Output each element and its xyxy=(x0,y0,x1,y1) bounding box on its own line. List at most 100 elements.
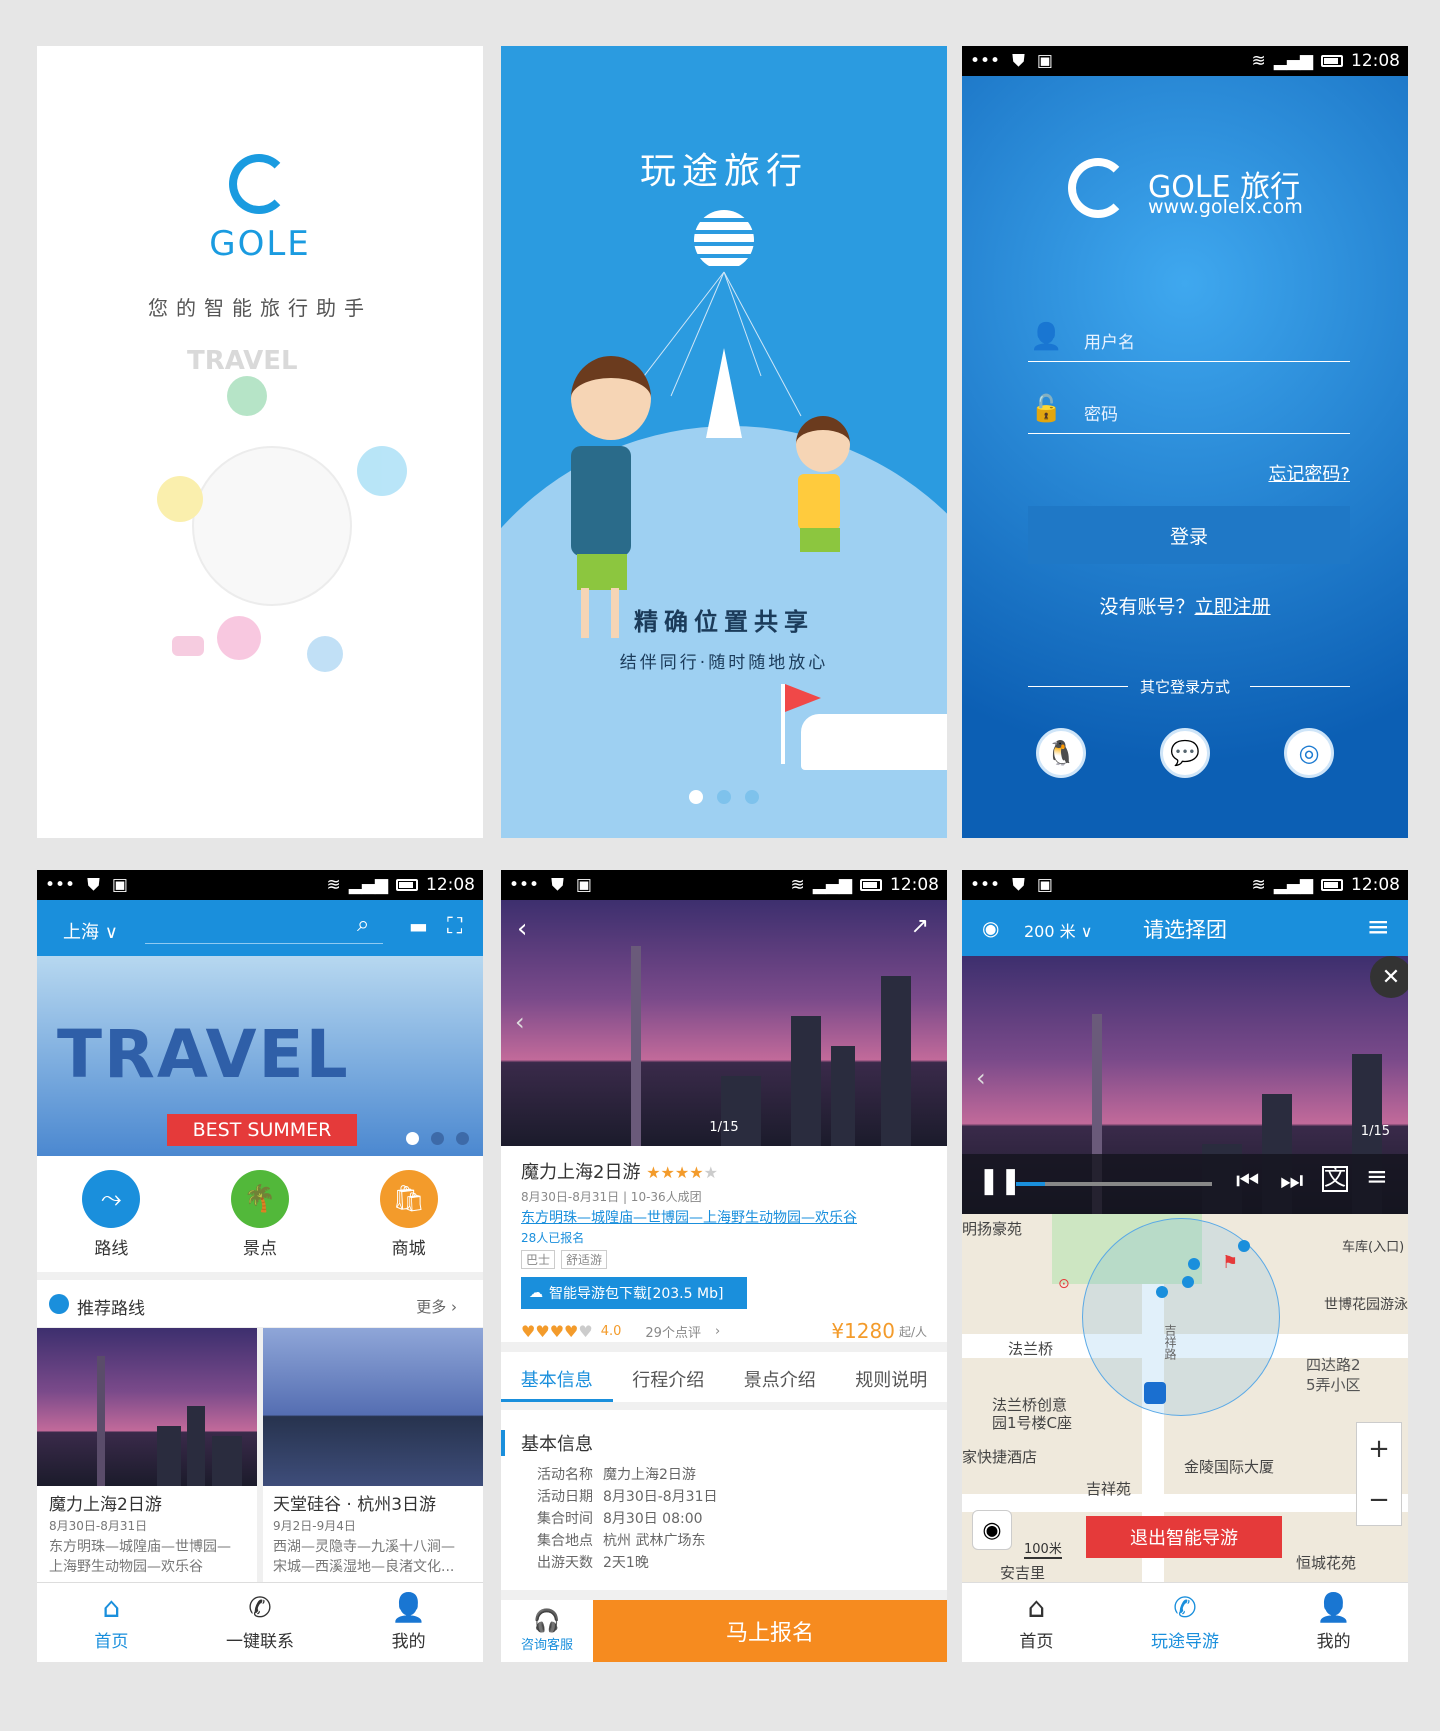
no-account-text: 没有账号？ xyxy=(1099,596,1195,618)
detail-gallery[interactable]: ‹ ↗ ‹ 1/15 xyxy=(501,900,947,1146)
onboard-subline: 结伴同行·随时随地放心 xyxy=(619,653,829,673)
tag: 巴士 xyxy=(521,1250,556,1269)
person-icon: 👤 xyxy=(1316,1591,1352,1624)
eiffel-tower-icon xyxy=(706,348,742,438)
password-field[interactable]: 🔓 密码 xyxy=(1028,394,1350,434)
tab-mine[interactable]: 👤 我的 xyxy=(1259,1583,1408,1662)
download-button[interactable]: ☁ 智能导游包下载[203.5 Mb] xyxy=(521,1277,747,1309)
tab-itinerary[interactable]: 行程介绍 xyxy=(613,1352,725,1402)
zoom-out-button[interactable]: − xyxy=(1368,1485,1390,1515)
back-icon[interactable]: ‹ xyxy=(517,914,527,944)
info-row: 活动名称 魔力上海2日游 xyxy=(537,1464,947,1486)
category-shop[interactable]: 🛍 商城 xyxy=(334,1156,483,1272)
member-dot[interactable] xyxy=(1238,1240,1250,1252)
tab-rules[interactable]: 规则说明 xyxy=(836,1352,948,1402)
taxi-icon xyxy=(172,636,204,656)
banner-dot-2[interactable] xyxy=(431,1132,444,1145)
signup-button[interactable]: 马上报名 xyxy=(593,1600,947,1662)
gole-logo-icon xyxy=(229,154,289,214)
category-label: 商城 xyxy=(391,1239,426,1259)
image-icon: ▣ xyxy=(111,875,128,895)
video-counter: 1/15 xyxy=(1360,1124,1390,1139)
banner-dots xyxy=(406,1132,469,1145)
tab-mine[interactable]: 👤 我的 xyxy=(334,1583,483,1662)
heart-rating: ♥♥♥♥♥ xyxy=(521,1321,593,1341)
service-button[interactable]: 🎧 咨询客服 xyxy=(501,1600,593,1662)
prev-image-icon[interactable]: ‹ xyxy=(515,1008,525,1036)
detail-route[interactable]: 东方明珠—城隍庙—世博园—上海野生动物园—欢乐谷 xyxy=(521,1207,927,1227)
map-view[interactable]: ⚑ ⊙ 明扬豪苑 车库(入口) 世博花园游泳 法兰桥 四达路2 5弄小区 法兰桥… xyxy=(962,1214,1408,1582)
map-label: 5弄小区 xyxy=(1306,1376,1361,1394)
tab-home[interactable]: ⌂ 首页 xyxy=(37,1583,186,1662)
tab-contact[interactable]: ✆ 一键联系 xyxy=(186,1583,335,1662)
category-scenic[interactable]: 🌴 景点 xyxy=(186,1156,335,1272)
close-icon[interactable]: ✕ xyxy=(1370,956,1408,998)
road-circle xyxy=(192,446,352,606)
battery-icon xyxy=(396,879,418,891)
share-icon[interactable]: ↗ xyxy=(911,914,929,939)
family-icon xyxy=(217,616,261,660)
login-screen: ••• ⛊ ▣ ≋ ▂▄▆ 12:08 GOLE 旅行 www.golelx.com 👤… xyxy=(962,46,1408,838)
message-icon[interactable]: ▬ xyxy=(409,914,428,938)
map-scale: 100米 xyxy=(1024,1538,1062,1559)
next-track-icon[interactable]: ⏭ xyxy=(1280,1166,1303,1197)
logo-text: GOLE xyxy=(209,224,311,264)
more-link[interactable]: 更多 › xyxy=(416,1296,457,1317)
status-bar: ••• ⛊ ▣ ≋ ▂▄▆ 12:08 xyxy=(962,870,1408,900)
battery-icon xyxy=(860,879,882,891)
qq-login-icon[interactable]: 🐧 xyxy=(1036,728,1086,778)
locate-button[interactable]: ◉ xyxy=(972,1510,1012,1550)
tab-home[interactable]: ⌂ 首页 xyxy=(962,1583,1111,1662)
exit-guide-button[interactable]: 退出智能导游 xyxy=(1086,1516,1282,1558)
register-link[interactable]: 立即注册 xyxy=(1195,596,1271,618)
user-icon: 👤 xyxy=(1030,322,1063,352)
info-row: 集合地点 杭州 武林广场东 xyxy=(537,1530,947,1552)
status-time: 12:08 xyxy=(1351,51,1400,71)
forgot-password-link[interactable]: 忘记密码? xyxy=(1268,460,1350,486)
range-circle xyxy=(1082,1218,1280,1416)
signal-icon: ▂▄▆ xyxy=(1273,51,1313,71)
prev-image-icon[interactable]: ‹ xyxy=(976,1064,986,1092)
review-row[interactable]: ♥♥♥♥♥ 4.0 29个点评 › ¥1280 起/人 xyxy=(521,1319,927,1343)
menu-icon[interactable]: ≡ xyxy=(1367,910,1390,943)
progress-track[interactable] xyxy=(1016,1182,1212,1186)
detail-screen: ••• ⛊ ▣ ≋ ▂▄▆ 12:08 ‹ ↗ ‹ 1/15 魔力上海2日游 ★★★★★… xyxy=(501,870,947,1662)
route-card-1[interactable]: 魔力上海2日游 8月30日-8月31日 东方明珠—城隍庙—世博园— 上海野生动物… xyxy=(37,1328,257,1582)
page-dot-3[interactable] xyxy=(745,790,759,804)
guide-video[interactable]: ✕ ‹ 1/15 ❚❚ ⏮ ⏭ 文 ≡ xyxy=(962,956,1408,1214)
route-card-2[interactable]: 天堂硅谷 · 杭州3日游 9月2日-9月4日 西湖—灵隐寺—九溪十八涧— 宋城—… xyxy=(263,1328,483,1582)
page-dot-1[interactable] xyxy=(689,790,703,804)
search-icon[interactable]: ⌕ xyxy=(357,912,369,937)
city-selector[interactable]: 上海 ∨ xyxy=(63,918,118,944)
tab-guide[interactable]: ✆ 玩途导游 xyxy=(1111,1583,1260,1662)
member-dot[interactable] xyxy=(1188,1258,1200,1270)
banner-dot-1[interactable] xyxy=(406,1132,419,1145)
weibo-login-icon[interactable]: ◎ xyxy=(1284,728,1334,778)
banner[interactable]: TRAVEL BEST SUMMER xyxy=(37,956,483,1156)
pause-icon[interactable]: ❚❚ xyxy=(978,1166,1022,1196)
wechat-login-icon[interactable]: 💬 xyxy=(1160,728,1210,778)
route-title: 天堂硅谷 · 杭州3日游 xyxy=(273,1495,437,1515)
info-key: 出游天数 xyxy=(537,1555,593,1571)
page-dot-2[interactable] xyxy=(717,790,731,804)
tab-bar: ⌂ 首页 ✆ 玩途导游 👤 我的 xyxy=(962,1582,1408,1662)
tab-basic-info[interactable]: 基本信息 xyxy=(501,1352,613,1402)
guide-title[interactable]: 请选择团 xyxy=(962,914,1408,944)
detail-title-row: 魔力上海2日游 ★★★★★ xyxy=(521,1158,927,1184)
member-dot[interactable] xyxy=(1182,1276,1194,1288)
username-field[interactable]: 👤 用户名 xyxy=(1028,322,1350,362)
tab-scenic[interactable]: 景点介绍 xyxy=(724,1352,836,1402)
previous-track-icon[interactable]: ⏮ xyxy=(1236,1166,1259,1197)
banner-dot-3[interactable] xyxy=(456,1132,469,1145)
text-icon[interactable]: 文 xyxy=(1322,1166,1348,1192)
bus-icon xyxy=(801,714,947,770)
login-button[interactable]: 登录 xyxy=(1028,506,1350,564)
category-route[interactable]: ⤳ 路线 xyxy=(37,1156,186,1272)
search-input[interactable] xyxy=(145,914,383,944)
playlist-icon[interactable]: ≡ xyxy=(1366,1162,1388,1192)
player-controls: ❚❚ ⏮ ⏭ 文 ≡ xyxy=(962,1154,1408,1214)
sun-icon xyxy=(157,476,203,522)
scan-icon[interactable]: ⛶ xyxy=(447,914,462,939)
zoom-in-button[interactable]: + xyxy=(1368,1434,1390,1464)
member-dot[interactable] xyxy=(1156,1286,1168,1298)
